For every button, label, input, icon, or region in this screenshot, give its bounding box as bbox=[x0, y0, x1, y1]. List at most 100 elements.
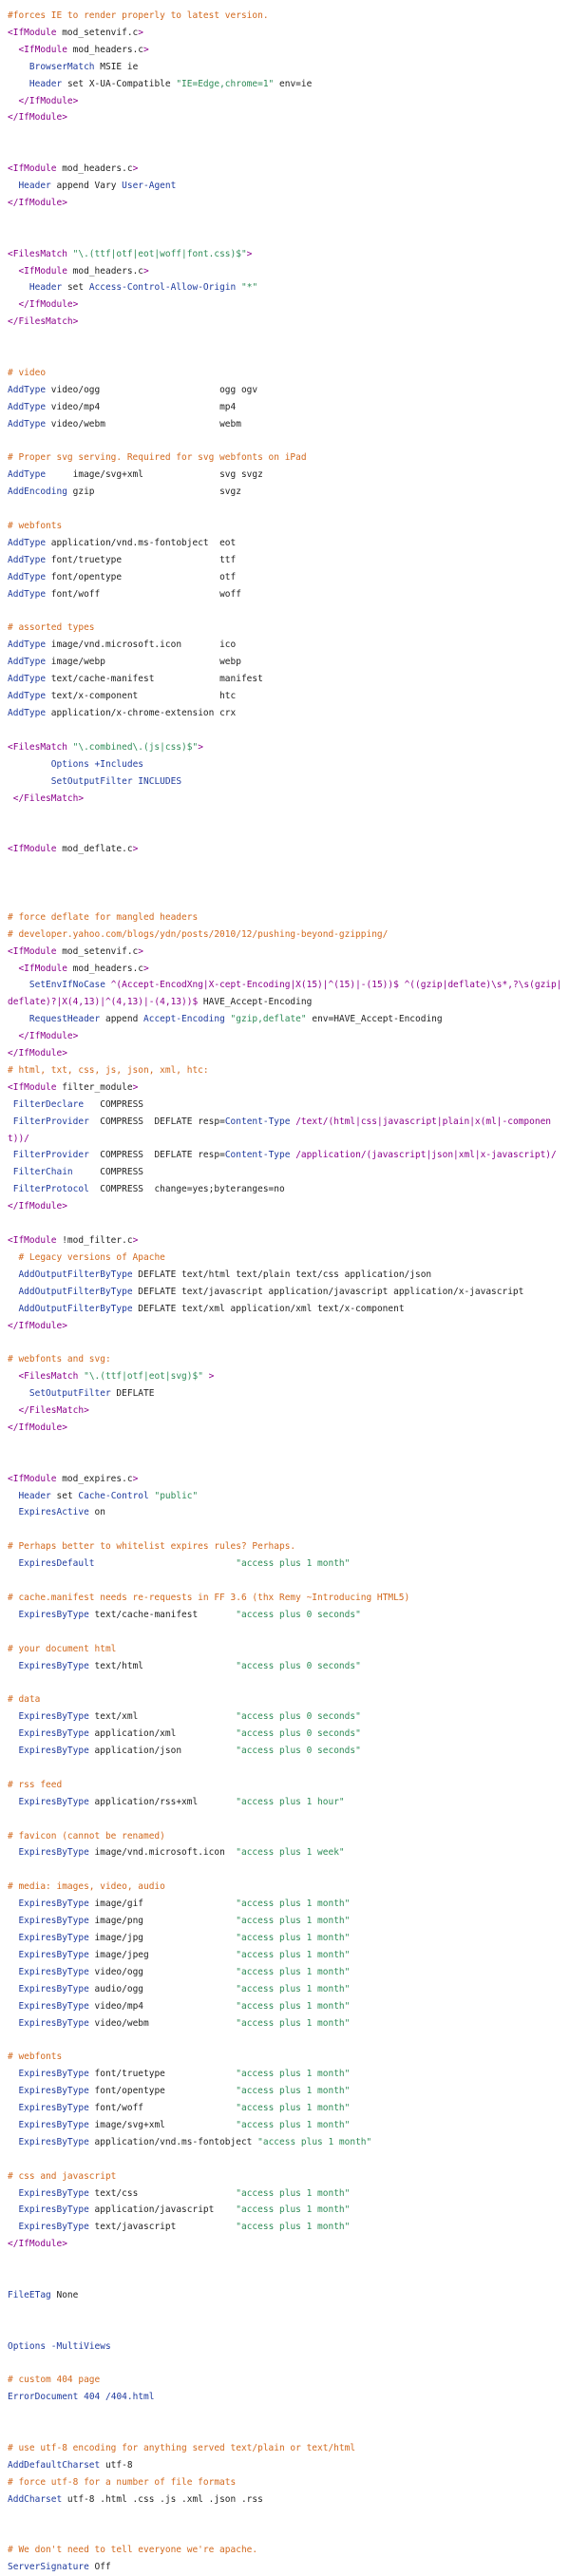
code-directive: /404.html bbox=[105, 2392, 155, 2403]
code-text: text/x-component htc bbox=[46, 691, 237, 702]
code-directive: ExpiresByType bbox=[18, 1966, 89, 1977]
code-directive: FilterProtocol bbox=[12, 1184, 89, 1195]
code-directive: ExpiresByType bbox=[18, 1609, 89, 1620]
code-directive: ExpiresByType bbox=[18, 2204, 89, 2216]
code-text: application/xml bbox=[88, 1728, 237, 1740]
code-line: # cache.manifest needs re-requests in FF… bbox=[8, 1590, 562, 1607]
code-line: ExpiresByType audio/ogg "access plus 1 m… bbox=[8, 1981, 562, 1998]
code-tag: > bbox=[246, 248, 253, 259]
code-string: "access plus 1 month" bbox=[236, 1558, 351, 1570]
code-text: video/ogg bbox=[88, 1966, 237, 1977]
code-comment: # force deflate for mangled headers bbox=[8, 911, 199, 923]
code-line: # css and javascript bbox=[8, 2168, 562, 2185]
code-directive: AddType bbox=[8, 537, 47, 548]
code-line: FilterDeclare COMPRESS bbox=[8, 1097, 562, 1114]
code-text: Off bbox=[88, 2562, 111, 2573]
code-line: RequestHeader append Accept-Encoding "gz… bbox=[8, 1011, 562, 1028]
code-text: append bbox=[100, 1014, 144, 1025]
code-directive: AddOutputFilterByType bbox=[18, 1269, 133, 1280]
code-tag: </IfModule> bbox=[8, 2239, 67, 2250]
code-string: "access plus 1 month" bbox=[236, 1899, 351, 1910]
code-line: ExpiresByType text/cache-manifest "acces… bbox=[8, 1607, 562, 1624]
code-text: None bbox=[50, 2289, 79, 2300]
code-tag: > bbox=[138, 945, 144, 957]
code-directive: Header bbox=[18, 181, 51, 192]
code-line: ExpiresByType image/jpg "access plus 1 m… bbox=[8, 1930, 562, 1947]
code-directive: Options bbox=[8, 2340, 47, 2352]
code-line: AddType video/ogg ogg ogv bbox=[8, 382, 562, 399]
code-tag: > bbox=[132, 163, 139, 175]
code-directive: ExpiresByType bbox=[18, 1983, 89, 1994]
code-text: DEFLATE text/html text/plain text/css ap… bbox=[132, 1269, 432, 1280]
code-tag: </IfModule> bbox=[8, 1422, 67, 1433]
code-text: application/vnd.ms-fontobject bbox=[88, 2136, 258, 2147]
code-comment: # video bbox=[8, 367, 47, 378]
code-tag: <FilesMatch bbox=[18, 1371, 85, 1383]
code-text: font/woff woff bbox=[46, 588, 241, 600]
code-line: <IfModule mod_deflate.c> bbox=[8, 841, 562, 858]
code-line: <IfModule mod_expires.c> bbox=[8, 1471, 562, 1488]
code-string: "access plus 0 seconds" bbox=[236, 1746, 361, 1757]
code-line: ExpiresByType application/javascript "ac… bbox=[8, 2202, 562, 2219]
code-line: AddType application/vnd.ms-fontobject eo… bbox=[8, 535, 562, 552]
code-directive: +Includes bbox=[94, 758, 144, 770]
code-comment: # Proper svg serving. Required for svg w… bbox=[8, 452, 307, 464]
code-line: </IfModule> bbox=[8, 296, 562, 314]
code-directive: ExpiresByType bbox=[18, 1847, 89, 1859]
code-line: AddOutputFilterByType DEFLATE text/javas… bbox=[8, 1284, 562, 1301]
code-string: "IE=Edge,chrome=1" bbox=[176, 78, 275, 89]
code-line: ExpiresByType video/webm "access plus 1 … bbox=[8, 2015, 562, 2032]
code-tag: <IfModule bbox=[18, 44, 73, 55]
code-directive: ExpiresByType bbox=[18, 2222, 89, 2233]
code-line: </IfModule> bbox=[8, 93, 562, 110]
code-string: "*" bbox=[241, 282, 258, 294]
code-string: "\.(ttf|otf|eot|svg)$" bbox=[84, 1371, 203, 1383]
code-comment: # cache.manifest needs re-requests in FF… bbox=[8, 1592, 410, 1603]
htaccess-code-view: #forces IE to render properly to latest … bbox=[0, 0, 562, 2576]
code-string: "access plus 1 month" bbox=[236, 2187, 351, 2199]
code-directive: SetOutputFilter bbox=[28, 1388, 111, 1400]
code-line: ExpiresDefault "access plus 1 month" bbox=[8, 1555, 562, 1573]
code-comment: # media: images, video, audio bbox=[8, 1881, 165, 1893]
code-line: Header append Vary User-Agent bbox=[8, 178, 562, 195]
code-text: text/javascript bbox=[88, 2222, 237, 2233]
code-line: ExpiresByType font/opentype "access plus… bbox=[8, 2083, 562, 2100]
code-line: # developer.yahoo.com/blogs/ydn/posts/20… bbox=[8, 926, 562, 944]
code-directive: FileETag bbox=[8, 2289, 51, 2300]
code-line: SetOutputFilter INCLUDES bbox=[8, 773, 562, 791]
code-comment: # Perhaps better to whitelist expires ru… bbox=[8, 1541, 296, 1553]
code-directive: RequestHeader bbox=[28, 1014, 101, 1025]
code-tag: </FilesMatch> bbox=[18, 1405, 89, 1417]
code-line: ExpiresByType image/png "access plus 1 m… bbox=[8, 1913, 562, 1930]
code-text: mod_expires.c bbox=[62, 1473, 133, 1484]
code-text: env=HAVE_Accept-Encoding bbox=[306, 1014, 443, 1025]
